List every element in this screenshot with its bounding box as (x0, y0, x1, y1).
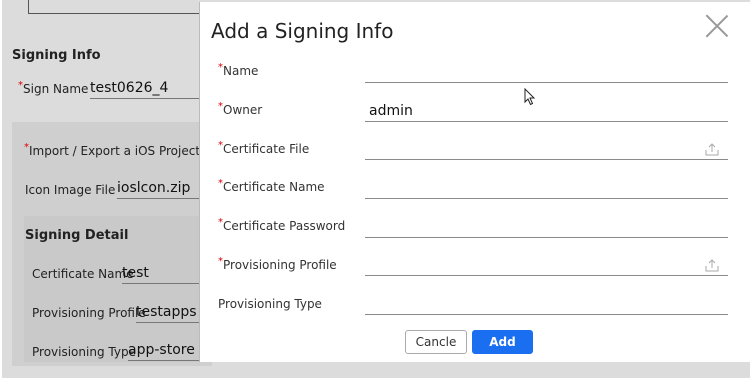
provisioning-profile-label: Provisioning Profile (32, 306, 146, 320)
provisioning-profile-input[interactable] (365, 254, 728, 276)
provisioning-profile-field[interactable]: testapps (136, 304, 202, 323)
provisioning-type-input[interactable] (365, 293, 728, 315)
provisioning-type-dialog-label: Provisioning Type (218, 297, 322, 311)
provisioning-type-label: Provisioning Type (32, 345, 136, 359)
icon-image-field[interactable]: ioslcon.zip (117, 180, 201, 199)
add-signing-info-dialog: Add a Signing Info *Name *Owner *Certifi… (199, 2, 751, 362)
dialog-title: Add a Signing Info (211, 19, 394, 43)
certificate-name-dialog-label: *Certificate Name (218, 178, 325, 194)
sign-name-field[interactable]: test0626_4 (90, 80, 200, 99)
upload-icon[interactable] (705, 258, 719, 272)
sign-name-label: *Sign Name (18, 80, 89, 96)
signing-info-heading: Signing Info (12, 48, 101, 63)
import-export-label: *Import / Export a iOS Project (24, 142, 201, 158)
name-label: *Name (218, 62, 259, 78)
owner-input[interactable] (365, 100, 728, 122)
owner-label: *Owner (218, 101, 263, 117)
close-icon[interactable] (705, 14, 729, 38)
certificate-file-label: *Certificate File (218, 140, 310, 156)
cancel-button[interactable]: Cancle (405, 330, 467, 354)
certificate-name-field[interactable]: test (122, 265, 202, 284)
certificate-name-input[interactable] (365, 177, 728, 199)
name-input[interactable] (365, 61, 728, 83)
certificate-name-label: Certificate Name (32, 267, 134, 281)
certificate-password-input[interactable] (365, 216, 728, 238)
provisioning-type-field[interactable]: app-store (128, 342, 202, 361)
provisioning-profile-dialog-label: *Provisioning Profile (218, 256, 337, 272)
certificate-password-label: *Certificate Password (218, 217, 346, 233)
mouse-cursor-icon (524, 88, 536, 106)
upload-icon[interactable] (705, 142, 719, 156)
icon-image-label: Icon Image File (25, 183, 116, 197)
certificate-file-input[interactable] (365, 138, 728, 160)
add-button[interactable]: Add (472, 330, 533, 354)
signing-detail-heading: Signing Detail (25, 228, 129, 243)
